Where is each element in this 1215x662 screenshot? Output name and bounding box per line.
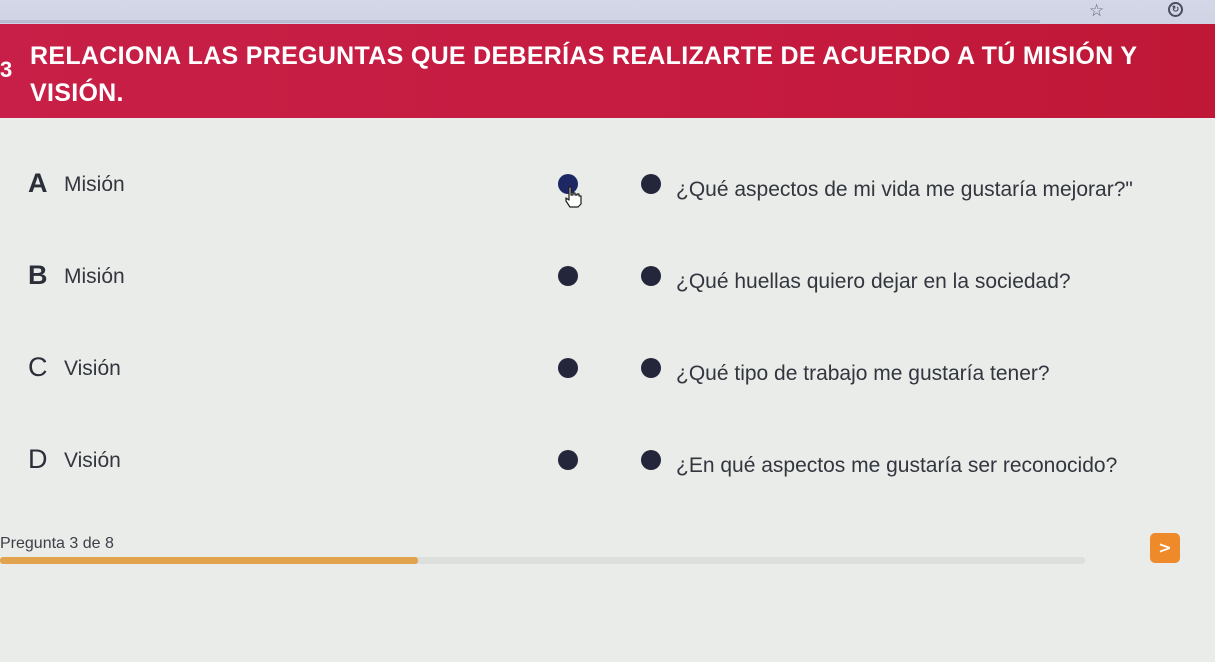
row-letter: A	[28, 168, 48, 198]
question-header: 3 Relaciona las preguntas que deberías r…	[0, 24, 1215, 118]
left-connector-dot[interactable]	[558, 266, 578, 286]
matching-area: A Misión ¿Qué aspectos de mi vida me gus…	[0, 118, 1215, 662]
question-number: 3	[0, 57, 13, 82]
next-question-button[interactable]: >	[1150, 533, 1180, 563]
progress-fill	[0, 557, 418, 564]
question-counter: Pregunta 3 de 8	[0, 535, 114, 552]
left-connector-dot[interactable]	[558, 450, 578, 470]
left-item: Misión	[64, 173, 125, 196]
row-letter: D	[28, 444, 48, 474]
browser-tab-strip	[0, 20, 1040, 23]
right-item: ¿Qué aspectos de mi vida me gustaría mej…	[676, 178, 1133, 201]
hand-cursor-icon	[565, 186, 582, 208]
match-row-c: C Visión ¿Qué tipo de trabajo me gustarí…	[0, 352, 1215, 392]
match-row-a: A Misión ¿Qué aspectos de mi vida me gus…	[0, 168, 1215, 208]
extension-icon[interactable]: ↻	[1168, 2, 1183, 17]
match-row-b: B Misión ¿Qué huellas quiero dejar en la…	[0, 260, 1215, 300]
right-connector-dot[interactable]	[641, 450, 661, 470]
right-item: ¿Qué huellas quiero dejar en la sociedad…	[676, 270, 1071, 293]
browser-toolbar: ☆ ↻	[0, 0, 1215, 24]
right-connector-dot[interactable]	[641, 174, 661, 194]
row-letter: C	[28, 352, 48, 382]
right-item: ¿Qué tipo de trabajo me gustaría tener?	[676, 362, 1050, 385]
left-item: Visión	[64, 449, 121, 472]
left-connector-dot[interactable]	[558, 358, 578, 378]
left-item: Misión	[64, 265, 125, 288]
question-title: Relaciona las preguntas que deberías rea…	[30, 42, 1137, 107]
right-connector-dot[interactable]	[641, 266, 661, 286]
star-icon[interactable]: ☆	[1089, 1, 1104, 21]
right-connector-dot[interactable]	[641, 358, 661, 378]
progress-bar	[0, 557, 1085, 564]
row-letter: B	[28, 260, 48, 290]
left-item: Visión	[64, 357, 121, 380]
match-row-d: D Visión ¿En qué aspectos me gustaría se…	[0, 444, 1215, 484]
right-item: ¿En qué aspectos me gustaría ser reconoc…	[676, 454, 1118, 477]
